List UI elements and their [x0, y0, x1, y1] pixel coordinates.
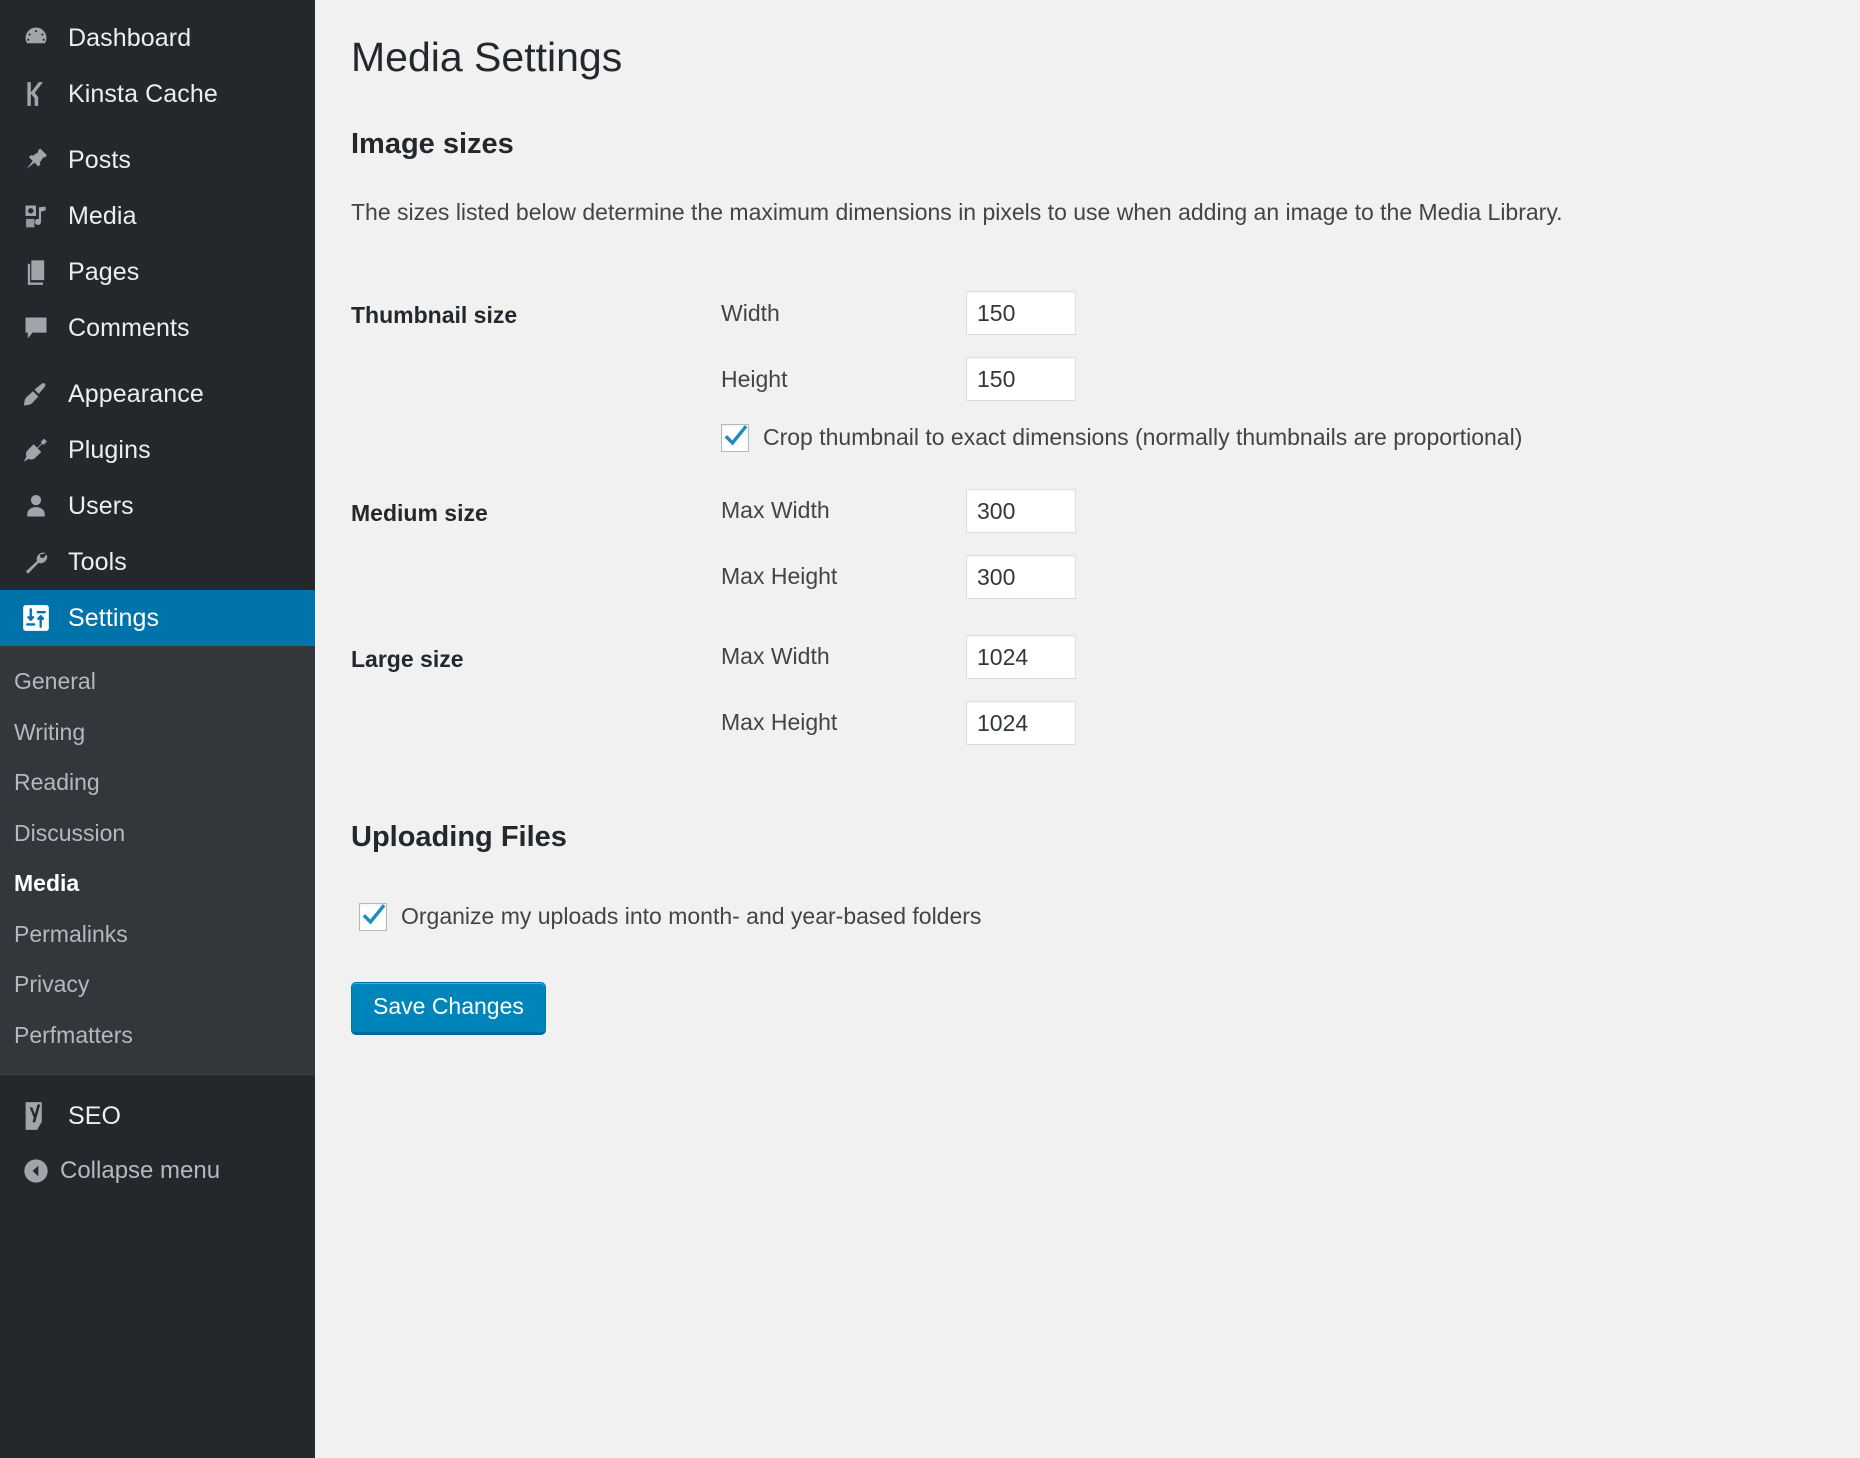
media-icon — [12, 202, 60, 230]
crop-thumbnail-label: Crop thumbnail to exact dimensions (norm… — [749, 423, 1522, 453]
admin-sidebar: Dashboard Kinsta Cache Posts — [0, 0, 315, 1458]
submenu-item-discussion[interactable]: Discussion — [0, 808, 315, 859]
submenu-item-writing[interactable]: Writing — [0, 707, 315, 758]
sidebar-divider — [0, 356, 315, 366]
plug-icon — [12, 436, 60, 464]
organize-uploads-label: Organize my uploads into month- and year… — [387, 902, 981, 932]
sidebar-item-label: Comments — [60, 314, 190, 343]
medium-max-height-input[interactable] — [966, 555, 1076, 599]
main-content: Media Settings Image sizes The sizes lis… — [315, 0, 1860, 1458]
large-max-width-input[interactable] — [966, 635, 1076, 679]
field-label: Max Height — [721, 709, 966, 737]
collapse-menu-button[interactable]: Collapse menu — [0, 1144, 315, 1198]
dashboard-icon — [12, 24, 60, 52]
table-row: Thumbnail size Width Height — [351, 273, 1830, 471]
field-label: Max Width — [721, 643, 966, 671]
row-label-thumbnail-size: Thumbnail size — [351, 273, 721, 471]
brush-icon — [12, 380, 60, 408]
sidebar-item-label: Kinsta Cache — [60, 80, 218, 109]
sidebar-item-label: Appearance — [60, 380, 204, 409]
field-label: Height — [721, 366, 966, 394]
crop-thumbnail-checkbox[interactable] — [721, 424, 749, 452]
sidebar-divider-bottom — [0, 1074, 315, 1088]
sidebar-item-dashboard[interactable]: Dashboard — [0, 10, 315, 66]
field-label: Max Width — [721, 497, 966, 525]
wrench-icon — [12, 548, 60, 576]
submenu-item-media[interactable]: Media — [0, 858, 315, 909]
sidebar-group-admin: Appearance Plugins Users Tools — [0, 366, 315, 590]
settings-sliders-icon — [12, 604, 60, 632]
pin-icon — [12, 146, 60, 174]
image-sizes-heading: Image sizes — [351, 124, 1830, 165]
field-thumbnail-height: Height — [721, 357, 1820, 401]
field-thumbnail-width: Width — [721, 291, 1820, 335]
sidebar-item-settings[interactable]: Settings — [0, 590, 315, 646]
sidebar-item-plugins[interactable]: Plugins — [0, 422, 315, 478]
save-changes-button[interactable]: Save Changes — [351, 982, 546, 1035]
field-medium-max-height: Max Height — [721, 555, 1820, 599]
field-medium-max-width: Max Width — [721, 489, 1820, 533]
page-title: Media Settings — [351, 22, 1830, 88]
submenu-item-permalinks[interactable]: Permalinks — [0, 909, 315, 960]
sidebar-item-label: SEO — [60, 1102, 121, 1131]
field-label: Width — [721, 300, 966, 328]
table-row: Large size Max Width Max Height — [351, 617, 1830, 763]
sidebar-item-media[interactable]: Media — [0, 188, 315, 244]
collapse-menu-label: Collapse menu — [60, 1157, 220, 1185]
table-row: Medium size Max Width Max Height — [351, 471, 1830, 617]
submenu-item-privacy[interactable]: Privacy — [0, 959, 315, 1010]
comment-icon — [12, 314, 60, 342]
uploading-files-heading: Uploading Files — [351, 817, 1830, 858]
image-sizes-description: The sizes listed below determine the max… — [351, 195, 1830, 230]
organize-uploads-checkbox[interactable] — [359, 903, 387, 931]
crop-thumbnail-row: Crop thumbnail to exact dimensions (norm… — [721, 423, 1820, 453]
field-label: Max Height — [721, 563, 966, 591]
thumbnail-width-input[interactable] — [966, 291, 1076, 335]
sidebar-item-comments[interactable]: Comments — [0, 300, 315, 356]
sidebar-item-label: Media — [60, 202, 137, 231]
sidebar-item-posts[interactable]: Posts — [0, 132, 315, 188]
sidebar-item-label: Users — [60, 492, 134, 521]
sidebar-item-seo[interactable]: SEO — [0, 1088, 315, 1144]
kinsta-icon — [12, 80, 60, 108]
collapse-arrow-icon — [12, 1157, 60, 1185]
sidebar-item-kinsta-cache[interactable]: Kinsta Cache — [0, 66, 315, 122]
submenu-item-reading[interactable]: Reading — [0, 757, 315, 808]
medium-max-width-input[interactable] — [966, 489, 1076, 533]
sidebar-item-label: Posts — [60, 146, 131, 175]
checkmark-icon — [361, 901, 387, 931]
sidebar-item-label: Tools — [60, 548, 127, 577]
sidebar-item-label: Settings — [60, 604, 159, 633]
field-large-max-width: Max Width — [721, 635, 1820, 679]
image-sizes-table: Thumbnail size Width Height — [351, 273, 1830, 763]
checkmark-icon — [723, 422, 749, 452]
sidebar-item-label: Plugins — [60, 436, 151, 465]
sidebar-group-content: Posts Media Pages Comments — [0, 132, 315, 356]
sidebar-item-tools[interactable]: Tools — [0, 534, 315, 590]
submenu-item-general[interactable]: General — [0, 656, 315, 707]
yoast-seo-icon — [12, 1101, 60, 1131]
pages-icon — [12, 258, 60, 286]
large-max-height-input[interactable] — [966, 701, 1076, 745]
submenu-item-perfmatters[interactable]: Perfmatters — [0, 1010, 315, 1061]
row-fields-thumbnail-size: Width Height Crop thumbnail to exact dim… — [721, 273, 1830, 471]
sidebar-item-label: Pages — [60, 258, 139, 287]
row-fields-large-size: Max Width Max Height — [721, 617, 1830, 763]
uploading-files-section: Uploading Files Organize my uploads into… — [351, 817, 1830, 1035]
sidebar-item-users[interactable]: Users — [0, 478, 315, 534]
settings-submenu: General Writing Reading Discussion Media… — [0, 646, 315, 1074]
field-large-max-height: Max Height — [721, 701, 1820, 745]
sidebar-group-primary: Dashboard Kinsta Cache — [0, 10, 315, 122]
row-label-large-size: Large size — [351, 617, 721, 763]
sidebar-divider — [0, 122, 315, 132]
organize-uploads-row: Organize my uploads into month- and year… — [359, 902, 1830, 932]
sidebar-item-pages[interactable]: Pages — [0, 244, 315, 300]
sidebar-item-appearance[interactable]: Appearance — [0, 366, 315, 422]
sidebar-item-label: Dashboard — [60, 24, 191, 53]
row-fields-medium-size: Max Width Max Height — [721, 471, 1830, 617]
user-icon — [12, 492, 60, 520]
admin-page: Dashboard Kinsta Cache Posts — [0, 0, 1860, 1458]
row-label-medium-size: Medium size — [351, 471, 721, 617]
thumbnail-height-input[interactable] — [966, 357, 1076, 401]
